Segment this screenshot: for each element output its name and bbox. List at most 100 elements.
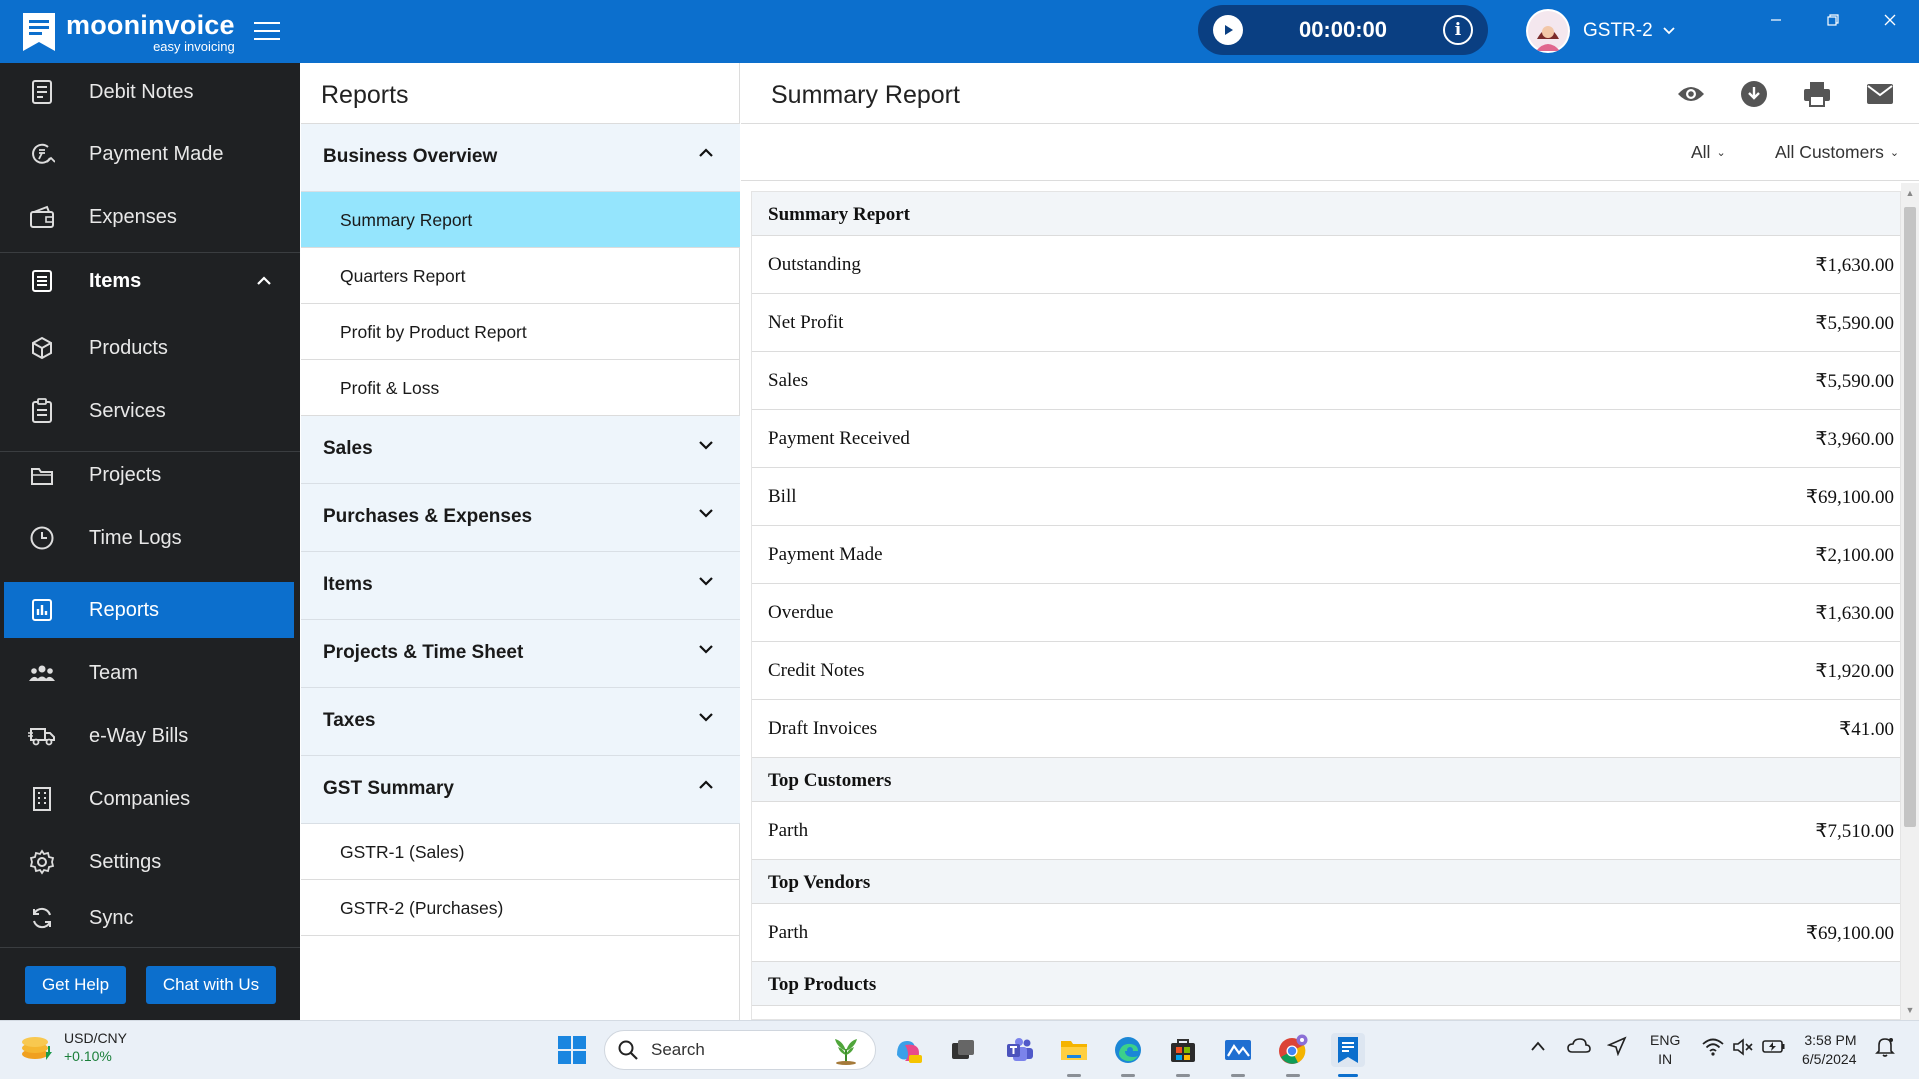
- divider: [741, 180, 1919, 181]
- taskbar-teams[interactable]: [1003, 1033, 1037, 1067]
- running-indicator: [1286, 1074, 1300, 1077]
- volume-button[interactable]: [1732, 1038, 1754, 1060]
- sidebar-item-label: Reports: [89, 598, 160, 621]
- row-value: ₹41.00: [1839, 719, 1894, 740]
- report-scrollbar[interactable]: ▲ ▼: [1901, 183, 1919, 1020]
- chevron-down-icon: [699, 645, 713, 654]
- mooninvoice-app-icon: [1338, 1037, 1358, 1063]
- sidebar-item-debit-notes[interactable]: Debit Notes: [4, 64, 294, 120]
- network-button[interactable]: [1702, 1038, 1724, 1060]
- table-row: Payment Made ₹2,100.00: [752, 526, 1900, 584]
- report-group-business-overview[interactable]: Business Overview: [301, 124, 740, 192]
- report-item-gstr-1[interactable]: GSTR-1 (Sales): [301, 824, 740, 880]
- sidebar-item-time-logs[interactable]: Time Logs: [4, 510, 294, 566]
- taskbar-edge[interactable]: [1111, 1033, 1145, 1067]
- chrome-icon: [1279, 1034, 1308, 1064]
- menu-toggle-icon[interactable]: [254, 22, 280, 42]
- chat-with-us-button[interactable]: Chat with Us: [146, 966, 276, 1004]
- sidebar-item-reports[interactable]: Reports: [4, 582, 294, 638]
- copilot-icon: [897, 1041, 922, 1063]
- taskbar-search[interactable]: Search: [604, 1030, 876, 1070]
- email-button[interactable]: [1865, 79, 1895, 109]
- taskbar-whiteboard[interactable]: [1221, 1033, 1255, 1067]
- windows-taskbar: USD/CNY +0.10% Search ENG IN 3:58 PM 6/5…: [0, 1020, 1919, 1079]
- scroll-down-icon[interactable]: ▼: [1901, 1002, 1919, 1018]
- company-switcher[interactable]: GSTR-2: [1526, 8, 1675, 54]
- print-button[interactable]: [1802, 79, 1832, 109]
- taskbar-chrome[interactable]: [1276, 1033, 1310, 1067]
- taskbar-mooninvoice[interactable]: [1331, 1033, 1365, 1067]
- restore-button[interactable]: [1815, 8, 1851, 32]
- section-header-top-products: Top Products: [752, 962, 1900, 1006]
- minimize-button[interactable]: [1758, 8, 1794, 32]
- location-button[interactable]: [1606, 1036, 1627, 1060]
- sidebar-item-eway-bills[interactable]: e-Way Bills: [4, 708, 294, 764]
- report-item-quarters[interactable]: Quarters Report: [301, 248, 740, 304]
- clock-date: 6/5/2024: [1802, 1051, 1857, 1067]
- sidebar-item-sync[interactable]: Sync: [4, 890, 294, 946]
- start-button[interactable]: [555, 1033, 589, 1067]
- show-hidden-icons-button[interactable]: [1530, 1039, 1546, 1056]
- info-icon[interactable]: i: [1443, 15, 1473, 45]
- taskbar-clock[interactable]: 3:58 PM 6/5/2024: [1802, 1031, 1857, 1069]
- wallet-icon: [28, 203, 56, 231]
- row-label: Credit Notes: [768, 660, 865, 681]
- sidebar-item-label: Companies: [89, 787, 191, 810]
- chevron-up-icon: [257, 276, 271, 285]
- scroll-up-icon[interactable]: ▲: [1901, 185, 1919, 201]
- chevron-up-icon: [1531, 1041, 1545, 1051]
- report-item-gstr-2[interactable]: GSTR-2 (Purchases): [301, 880, 740, 936]
- sidebar-item-products[interactable]: Products: [4, 320, 294, 376]
- report-item-label: GSTR-1 (Sales): [340, 842, 465, 862]
- row-label: Overdue: [768, 602, 834, 623]
- get-help-button[interactable]: Get Help: [25, 966, 126, 1004]
- sidebar-item-team[interactable]: Team: [4, 645, 294, 701]
- row-label: Draft Invoices: [768, 718, 878, 739]
- sidebar-item-settings[interactable]: Settings: [4, 834, 294, 890]
- report-group-sales[interactable]: Sales: [301, 416, 740, 484]
- taskbar-copilot[interactable]: [891, 1033, 925, 1067]
- sidebar-item-payment-made[interactable]: Payment Made: [4, 126, 294, 182]
- sidebar-item-expenses[interactable]: Expenses: [4, 189, 294, 245]
- scrollbar-thumb[interactable]: [1904, 207, 1916, 827]
- onedrive-button[interactable]: [1567, 1038, 1591, 1058]
- sidebar-item-projects[interactable]: Projects: [4, 447, 294, 503]
- preview-button[interactable]: [1676, 79, 1706, 109]
- report-group-projects-timesheet[interactable]: Projects & Time Sheet: [301, 620, 740, 688]
- sidebar-item-label: Time Logs: [89, 526, 182, 549]
- group-label: Purchases & Expenses: [323, 506, 533, 527]
- report-group-gst-summary[interactable]: GST Summary: [301, 756, 740, 824]
- taskbar-store[interactable]: [1166, 1033, 1200, 1067]
- report-group-taxes[interactable]: Taxes: [301, 688, 740, 756]
- report-item-profit-loss[interactable]: Profit & Loss: [301, 360, 740, 416]
- notifications-button[interactable]: [1875, 1036, 1895, 1062]
- gear-icon: [28, 848, 56, 876]
- sidebar-item-label: Products: [89, 336, 168, 359]
- folder-icon: [28, 461, 56, 489]
- taskbar-file-explorer[interactable]: [1057, 1033, 1091, 1067]
- row-value: ₹5,590.00: [1815, 313, 1894, 334]
- team-icon: [28, 659, 56, 687]
- currency-widget[interactable]: USD/CNY +0.10%: [20, 1029, 127, 1065]
- period-filter-dropdown[interactable]: All ⌄: [1691, 142, 1726, 163]
- document-icon: [28, 78, 56, 106]
- taskbar-task-view[interactable]: [946, 1033, 980, 1067]
- group-label: GST Summary: [323, 778, 454, 799]
- sidebar-item-items[interactable]: Items: [4, 253, 294, 309]
- report-group-purchases-expenses[interactable]: Purchases & Expenses: [301, 484, 740, 552]
- report-group-items[interactable]: Items: [301, 552, 740, 620]
- battery-button[interactable]: [1762, 1038, 1786, 1058]
- truck-icon: [28, 722, 56, 750]
- section-header-top-vendors: Top Vendors: [752, 860, 1900, 904]
- sidebar-item-services[interactable]: Services: [4, 383, 294, 439]
- section-header-top-customers: Top Customers: [752, 758, 1900, 802]
- timer-play-button[interactable]: [1213, 15, 1243, 45]
- sidebar-item-companies[interactable]: Companies: [4, 771, 294, 827]
- report-item-profit-by-product[interactable]: Profit by Product Report: [301, 304, 740, 360]
- customer-filter-dropdown[interactable]: All Customers ⌄: [1775, 142, 1899, 163]
- report-item-summary[interactable]: Summary Report: [301, 192, 740, 248]
- input-language-button[interactable]: ENG IN: [1650, 1031, 1680, 1069]
- download-button[interactable]: [1739, 79, 1769, 109]
- close-button[interactable]: [1872, 8, 1908, 32]
- search-highlight-plant-icon: [835, 1039, 857, 1065]
